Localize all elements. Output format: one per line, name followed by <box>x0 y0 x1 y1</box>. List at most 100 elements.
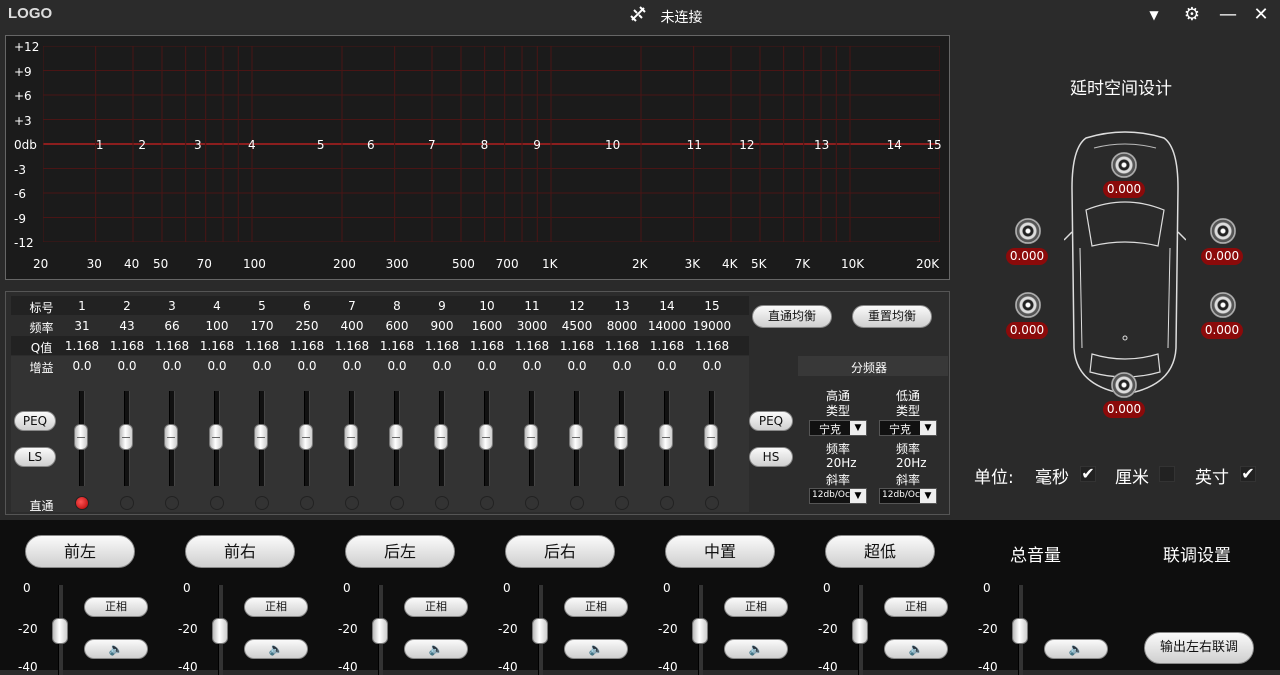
band-bypass-toggle[interactable] <box>435 496 449 510</box>
band-bypass-toggle[interactable] <box>615 496 629 510</box>
right-peq-button[interactable]: PEQ <box>749 411 793 431</box>
band-q-cell[interactable]: 1.168 <box>689 339 735 353</box>
band-gain-slider-handle[interactable] <box>434 424 448 450</box>
unit-inch-checkbox[interactable]: ✔ <box>1240 466 1256 482</box>
rear-right-speaker-icon[interactable] <box>1210 292 1236 318</box>
band-gain-slider-handle[interactable] <box>119 424 133 450</box>
band-bypass-toggle[interactable] <box>660 496 674 510</box>
band-bypass-toggle[interactable] <box>480 496 494 510</box>
eq-plot-area[interactable] <box>43 46 940 242</box>
rear-left-speaker-icon[interactable] <box>1015 292 1041 318</box>
band-marker[interactable]: 3 <box>194 138 202 152</box>
reset-eq-button[interactable]: 重置均衡 <box>852 305 932 328</box>
mute-speaker-icon[interactable]: 🔈 <box>564 639 628 659</box>
band-q-cell[interactable]: 1.168 <box>419 339 465 353</box>
phase-toggle-button[interactable]: 正相 <box>564 597 628 617</box>
band-f-cell[interactable]: 3000 <box>509 319 555 333</box>
band-f-cell[interactable]: 400 <box>329 319 375 333</box>
phase-toggle-button[interactable]: 正相 <box>884 597 948 617</box>
volume-slider-handle[interactable] <box>692 618 708 644</box>
band-bypass-toggle[interactable] <box>165 496 179 510</box>
ls-button[interactable]: LS <box>14 447 56 467</box>
band-marker[interactable]: 13 <box>814 138 829 152</box>
band-f-cell[interactable]: 900 <box>419 319 465 333</box>
band-g-cell[interactable]: 0.0 <box>329 359 375 373</box>
channel-select-button[interactable]: 前左 <box>25 535 135 568</box>
band-q-cell[interactable]: 1.168 <box>59 339 105 353</box>
center-delay-value[interactable]: 0.000 <box>1103 181 1145 198</box>
band-f-cell[interactable]: 170 <box>239 319 285 333</box>
channel-select-button[interactable]: 后右 <box>505 535 615 568</box>
band-q-cell[interactable]: 1.168 <box>599 339 645 353</box>
band-f-cell[interactable]: 19000 <box>689 319 735 333</box>
band-bypass-toggle[interactable] <box>75 496 89 510</box>
band-gain-slider-handle[interactable] <box>209 424 223 450</box>
channel-select-button[interactable]: 后左 <box>345 535 455 568</box>
band-bypass-toggle[interactable] <box>255 496 269 510</box>
band-marker[interactable]: 14 <box>887 138 902 152</box>
band-bypass-toggle[interactable] <box>390 496 404 510</box>
band-marker[interactable]: 11 <box>687 138 702 152</box>
band-gain-slider-handle[interactable] <box>569 424 583 450</box>
band-gain-slider-handle[interactable] <box>344 424 358 450</box>
left-peq-button[interactable]: PEQ <box>14 411 56 431</box>
band-g-cell[interactable]: 0.0 <box>599 359 645 373</box>
band-g-cell[interactable]: 0.0 <box>644 359 690 373</box>
band-f-cell[interactable]: 43 <box>104 319 150 333</box>
hs-button[interactable]: HS <box>749 447 793 467</box>
band-g-cell[interactable]: 0.0 <box>509 359 555 373</box>
band-gain-slider-handle[interactable] <box>524 424 538 450</box>
unit-ms-checkbox[interactable]: ✔ <box>1080 466 1096 482</box>
band-marker[interactable]: 10 <box>605 138 620 152</box>
phase-toggle-button[interactable]: 正相 <box>84 597 148 617</box>
front-left-delay-value[interactable]: 0.000 <box>1006 248 1048 265</box>
band-q-cell[interactable]: 1.168 <box>239 339 285 353</box>
highpass-freq-value[interactable]: 20Hz <box>826 456 857 470</box>
band-g-cell[interactable]: 0.0 <box>419 359 465 373</box>
lowpass-freq-value[interactable]: 20Hz <box>896 456 927 470</box>
channel-select-button[interactable]: 中置 <box>665 535 775 568</box>
front-left-speaker-icon[interactable] <box>1015 218 1041 244</box>
mute-speaker-icon[interactable]: 🔈 <box>404 639 468 659</box>
minimize-button[interactable]: — <box>1217 4 1239 26</box>
band-f-cell[interactable]: 250 <box>284 319 330 333</box>
rear-right-delay-value[interactable]: 0.000 <box>1201 322 1243 339</box>
phase-toggle-button[interactable]: 正相 <box>404 597 468 617</box>
band-marker[interactable]: 1 <box>96 138 104 152</box>
band-gain-slider-handle[interactable] <box>614 424 628 450</box>
master-mute-speaker-icon[interactable]: 🔈 <box>1044 639 1108 659</box>
band-marker[interactable]: 5 <box>317 138 325 152</box>
rear-left-delay-value[interactable]: 0.000 <box>1006 322 1048 339</box>
band-gain-slider-handle[interactable] <box>479 424 493 450</box>
sub-speaker-icon[interactable] <box>1111 372 1137 398</box>
band-q-cell[interactable]: 1.168 <box>554 339 600 353</box>
band-bypass-toggle[interactable] <box>525 496 539 510</box>
band-f-cell[interactable]: 8000 <box>599 319 645 333</box>
band-q-cell[interactable]: 1.168 <box>284 339 330 353</box>
band-bypass-toggle[interactable] <box>705 496 719 510</box>
band-marker[interactable]: 15 <box>926 138 941 152</box>
band-marker[interactable]: 8 <box>481 138 489 152</box>
band-marker[interactable]: 12 <box>739 138 754 152</box>
band-marker[interactable]: 6 <box>367 138 375 152</box>
eq-curve-graph[interactable]: +12 +9 +6 +3 0db -3 -6 -9 -12 20 30 40 50 70 100 200 30… <box>5 35 950 280</box>
band-gain-slider-handle[interactable] <box>254 424 268 450</box>
band-bypass-toggle[interactable] <box>570 496 584 510</box>
front-right-delay-value[interactable]: 0.000 <box>1201 248 1243 265</box>
band-g-cell[interactable]: 0.0 <box>59 359 105 373</box>
band-g-cell[interactable]: 0.0 <box>464 359 510 373</box>
band-q-cell[interactable]: 1.168 <box>194 339 240 353</box>
band-g-cell[interactable]: 0.0 <box>689 359 735 373</box>
phase-toggle-button[interactable]: 正相 <box>724 597 788 617</box>
lowpass-slope-select[interactable]: 12db/Oct ▼ <box>879 488 937 504</box>
band-q-cell[interactable]: 1.168 <box>509 339 555 353</box>
link-lr-output-button[interactable]: 输出左右联调 <box>1144 632 1254 664</box>
band-g-cell[interactable]: 0.0 <box>374 359 420 373</box>
highpass-type-select[interactable]: 宁克 ▼ <box>809 420 867 436</box>
band-gain-slider-handle[interactable] <box>389 424 403 450</box>
volume-slider-handle[interactable] <box>852 618 868 644</box>
band-bypass-toggle[interactable] <box>120 496 134 510</box>
highpass-slope-select[interactable]: 12db/Oct ▼ <box>809 488 867 504</box>
band-f-cell[interactable]: 14000 <box>644 319 690 333</box>
mute-speaker-icon[interactable]: 🔈 <box>84 639 148 659</box>
